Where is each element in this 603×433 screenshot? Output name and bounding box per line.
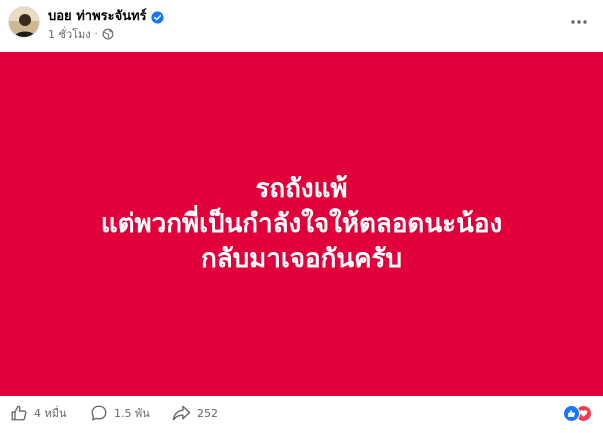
avatar-photo: [9, 7, 39, 37]
post-header: บอย ท่าพระจันทร์ 1 ชั่วโมง ·: [0, 0, 603, 50]
like-reaction-icon: [563, 405, 580, 422]
action-bar: 4 หมื่น 1.5 พัน 252: [0, 397, 603, 433]
post-image[interactable]: รถถังแพ้ แต่พวกพี่เป็นกำลังใจให้ตลอดนะน้…: [0, 52, 603, 396]
share-count: 252: [197, 406, 218, 420]
like-count: 4 หมื่น: [34, 407, 67, 420]
image-text-line-3: กลับมาเจอกันครับ: [200, 243, 403, 274]
comment-icon: [91, 405, 107, 421]
image-text-line-1: รถถังแพ้: [255, 173, 348, 204]
author-name[interactable]: บอย ท่าพระจันทร์: [48, 5, 147, 26]
meta-separator: ·: [94, 28, 98, 40]
avatar[interactable]: [8, 6, 40, 38]
like-button[interactable]: 4 หมื่น: [10, 404, 67, 422]
post-meta: 1 ชั่วโมง ·: [48, 26, 114, 42]
comment-button[interactable]: 1.5 พัน: [90, 404, 150, 422]
globe-icon[interactable]: [102, 28, 114, 40]
more-options-icon: [571, 20, 587, 24]
image-text-line-2: แต่พวกพี่เป็นกำลังใจให้ตลอดนะน้อง: [100, 208, 503, 239]
thumbs-up-icon: [11, 405, 27, 421]
more-options-button[interactable]: [567, 10, 591, 34]
verified-badge-icon: [151, 9, 164, 24]
author-row: บอย ท่าพระจันทร์: [48, 5, 164, 25]
reaction-summary[interactable]: [563, 405, 593, 423]
share-button[interactable]: 252: [172, 404, 218, 422]
comment-count: 1.5 พัน: [114, 407, 150, 420]
post-timestamp[interactable]: 1 ชั่วโมง: [48, 25, 91, 43]
share-icon: [172, 405, 191, 421]
